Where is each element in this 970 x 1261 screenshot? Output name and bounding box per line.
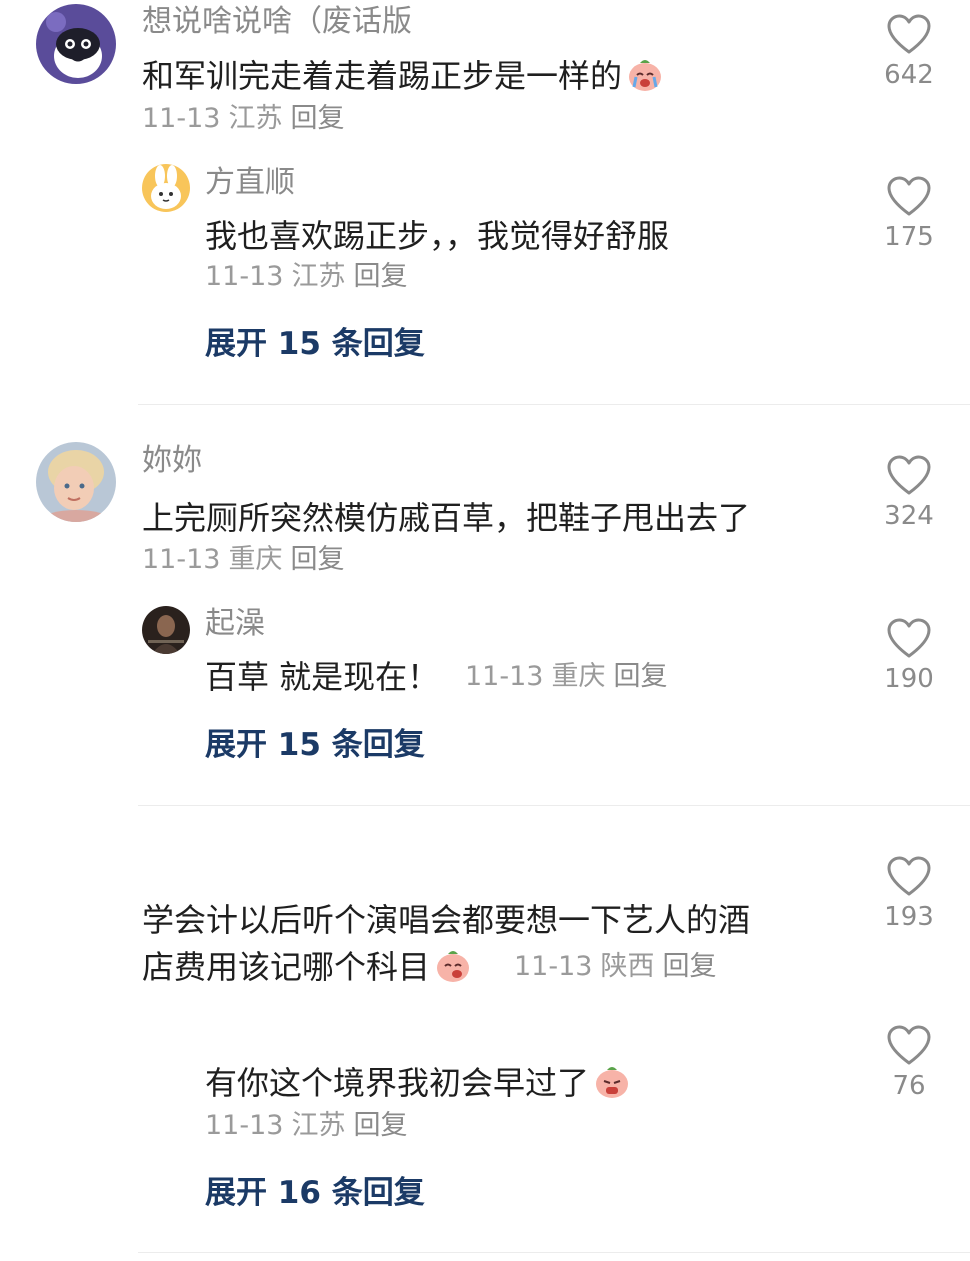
like-count: 324	[884, 501, 934, 531]
reply-text-row: 百草 就是现在！	[205, 653, 439, 701]
reply-date: 11-13	[465, 661, 544, 692]
divider	[138, 1252, 970, 1253]
avatar[interactable]	[142, 164, 190, 212]
reply-date: 11-13	[205, 1110, 284, 1141]
comment-date: 11-13	[142, 103, 221, 134]
crying-peach-emoji-icon	[626, 55, 664, 106]
reply-meta: 11-13 江苏 回复	[205, 259, 407, 295]
like-count: 642	[884, 60, 934, 90]
reply-date: 11-13	[205, 261, 284, 292]
reply-location: 重庆	[551, 661, 606, 692]
comment-date: 11-13	[142, 544, 221, 575]
avatar-bunny-icon	[142, 164, 190, 212]
avatar-child-photo-icon	[36, 442, 116, 522]
reply-meta: 11-13 江苏 回复	[205, 1108, 407, 1144]
comment-date: 11-13	[514, 951, 593, 982]
reply-button[interactable]: 回复	[662, 951, 716, 982]
comment-meta: 11-13 陕西 回复	[514, 949, 716, 985]
expand-replies-button[interactable]: 展开 15 条回复	[205, 723, 425, 767]
comment-username[interactable]: 妳妳	[142, 441, 202, 481]
heart-outline-icon	[887, 455, 931, 495]
comment-text: 和军训完走着走着踢正步是一样的	[142, 52, 664, 106]
divider	[138, 404, 970, 405]
reply-text: 我也喜欢踢正步，，我觉得好舒服	[205, 217, 670, 255]
reply-meta: 11-13 重庆 回复	[465, 659, 667, 695]
comment-text-line-1: 学会计以后听个演唱会都要想一下艺人的酒	[142, 901, 751, 939]
divider	[138, 805, 970, 806]
reply-button[interactable]: 回复	[353, 261, 407, 292]
comment-text: 上完厕所突然模仿戚百草，把鞋子甩出去了	[142, 499, 751, 537]
avatar[interactable]	[142, 606, 190, 654]
comment-meta: 11-13 重庆 回复	[142, 542, 344, 578]
reply-text: 百草 就是现在！	[205, 658, 440, 696]
like-count: 190	[884, 664, 934, 694]
like-button[interactable]: 193	[874, 856, 944, 934]
like-button[interactable]: 324	[874, 455, 944, 533]
avatar[interactable]	[36, 4, 116, 84]
comment-username[interactable]: 想说啥说啥（废话版	[142, 2, 412, 42]
like-count: 175	[884, 222, 934, 252]
reply-location: 江苏	[291, 1110, 346, 1141]
heart-outline-icon	[887, 1025, 931, 1065]
reply-button[interactable]: 回复	[290, 103, 344, 134]
heart-outline-icon	[887, 618, 931, 658]
like-count: 193	[884, 902, 934, 932]
comment-location: 重庆	[228, 544, 283, 575]
comment-text-content: 和军训完走着走着踢正步是一样的	[142, 57, 623, 95]
heart-outline-icon	[887, 176, 931, 216]
reply-username[interactable]: 方直顺	[205, 163, 295, 203]
expand-replies-button[interactable]: 展开 16 条回复	[205, 1171, 425, 1215]
comment-text-line-2: 店费用该记哪个科目	[142, 943, 472, 997]
crying-peach-emoji-icon	[593, 1062, 631, 1113]
like-button[interactable]: 190	[874, 618, 944, 696]
reply-text-row: 有你这个境界我初会早过了	[205, 1059, 631, 1113]
heart-outline-icon	[887, 14, 931, 54]
reply-button[interactable]: 回复	[353, 1110, 407, 1141]
comment-text-content: 店费用该记哪个科目	[142, 948, 431, 986]
crying-peach-emoji-icon	[434, 946, 472, 997]
comment-location: 江苏	[228, 103, 283, 134]
heart-outline-icon	[887, 856, 931, 896]
reply-button[interactable]: 回复	[613, 661, 667, 692]
reply-location: 江苏	[291, 261, 346, 292]
like-button[interactable]: 76	[874, 1025, 944, 1103]
like-count: 76	[892, 1071, 926, 1101]
like-button[interactable]: 175	[874, 176, 944, 254]
reply-text: 有你这个境界我初会早过了	[205, 1064, 590, 1102]
like-button[interactable]: 642	[874, 14, 944, 92]
reply-username[interactable]: 起澡	[205, 604, 265, 644]
comment-location: 陕西	[600, 951, 655, 982]
avatar[interactable]	[36, 442, 116, 522]
comment-meta: 11-13 江苏 回复	[142, 101, 344, 137]
expand-replies-button[interactable]: 展开 15 条回复	[205, 322, 425, 366]
avatar-panda-mascot-icon	[36, 4, 116, 84]
avatar-dark-photo-icon	[142, 606, 190, 654]
reply-button[interactable]: 回复	[290, 544, 344, 575]
